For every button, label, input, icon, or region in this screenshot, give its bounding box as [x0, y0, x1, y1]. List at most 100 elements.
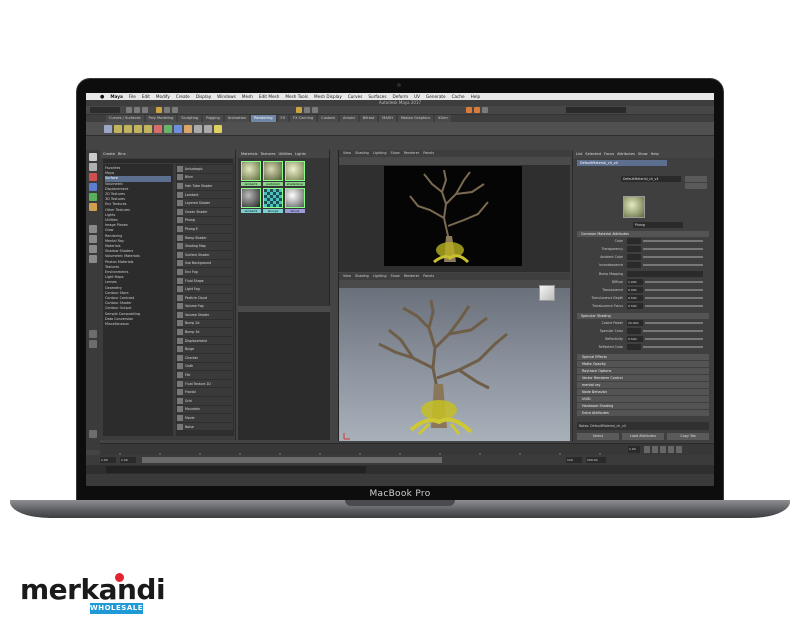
render-settings-icon[interactable] — [482, 107, 488, 113]
color-swatch[interactable] — [627, 238, 641, 244]
spot-light-icon[interactable] — [124, 125, 132, 133]
node-item[interactable]: Env Fog — [177, 268, 233, 276]
shelf-tab[interactable]: Animation — [224, 115, 250, 122]
incandescence-swatch[interactable] — [627, 262, 641, 268]
menu-item[interactable]: Edit Mesh — [259, 94, 279, 99]
time-slider[interactable]: 1.00 — [100, 443, 714, 459]
node-item[interactable]: Volume Shader — [177, 311, 233, 319]
range-end-field[interactable]: 120 — [566, 457, 582, 463]
play-back-icon[interactable] — [644, 446, 650, 453]
presets-button[interactable] — [685, 183, 707, 189]
bump-field[interactable] — [627, 271, 703, 277]
menu-item[interactable]: Focus — [604, 150, 614, 158]
menu-item[interactable]: Show — [638, 150, 648, 158]
menu-item[interactable]: Shading — [355, 150, 369, 157]
node-item[interactable]: Phong E — [177, 225, 233, 233]
step-back-icon[interactable] — [652, 446, 658, 453]
menu-item[interactable]: Edit — [142, 94, 150, 99]
translucence-slider[interactable] — [645, 289, 703, 291]
menu-item[interactable]: Show — [391, 273, 400, 280]
menu-item[interactable]: Shading — [355, 273, 369, 280]
search-input[interactable] — [566, 107, 626, 113]
node-item[interactable]: Particle Cloud — [177, 293, 233, 302]
node-item[interactable]: Surface Shader — [177, 250, 233, 259]
node-item[interactable]: Grid — [177, 397, 233, 405]
menu-item[interactable]: Selected — [585, 150, 601, 158]
load-attributes-button[interactable]: Load Attributes — [622, 433, 664, 440]
layout-custom-icon[interactable] — [89, 430, 97, 438]
reflected-color-swatch[interactable] — [627, 344, 641, 350]
tab-create[interactable]: Create — [103, 150, 115, 158]
shelf-tab[interactable]: Custom — [318, 115, 339, 122]
section-header[interactable]: Node Behavior — [577, 389, 709, 395]
section-header[interactable]: Special Effects — [577, 354, 709, 360]
translucence-focus-slider[interactable] — [645, 305, 703, 307]
open-scene-icon[interactable] — [134, 107, 140, 113]
section-header[interactable]: Hardware Shading — [577, 403, 709, 409]
play-forward-icon[interactable] — [676, 446, 682, 453]
hypershade-search-input[interactable] — [103, 159, 233, 163]
transparency-slider[interactable] — [643, 248, 703, 250]
menu-item[interactable]: Panels — [423, 150, 434, 157]
layout-persp-icon[interactable] — [89, 330, 97, 338]
type-dropdown[interactable]: Phong — [633, 222, 683, 228]
paint-select-icon[interactable] — [89, 173, 97, 181]
menu-item[interactable]: Modify — [156, 94, 170, 99]
scale-tool-icon[interactable] — [89, 203, 97, 211]
mode-dropdown[interactable] — [90, 107, 120, 113]
range-slider[interactable]: 1.00 1.00 120 200.00 — [86, 455, 714, 465]
hypershade-icon[interactable] — [194, 125, 202, 133]
node-item[interactable]: Ramp Shader — [177, 233, 233, 242]
point-light-icon[interactable] — [134, 125, 142, 133]
section-specular-shading[interactable]: Specular Shading — [577, 313, 709, 319]
reflectivity-slider[interactable] — [645, 338, 703, 340]
specular-color-slider[interactable] — [643, 330, 703, 332]
layout-outliner-icon[interactable] — [89, 255, 97, 263]
tab-bins[interactable]: Bins — [118, 150, 126, 158]
start-frame-field[interactable]: 1.00 — [100, 457, 116, 463]
diffuse-field[interactable]: 1.000 — [627, 279, 643, 285]
step-forward-icon[interactable] — [668, 446, 674, 453]
node-name-field[interactable]: DefaultMaterial_ch_v4 — [621, 176, 681, 182]
save-scene-icon[interactable] — [142, 107, 148, 113]
select-object-icon[interactable] — [164, 107, 170, 113]
node-item[interactable]: Layered Shader — [177, 199, 233, 207]
new-scene-icon[interactable] — [126, 107, 132, 113]
node-item[interactable]: Displacement — [177, 336, 233, 345]
menu-item[interactable]: Help — [471, 94, 481, 99]
node-item[interactable]: Cloth — [177, 362, 233, 371]
command-input[interactable] — [106, 466, 366, 473]
range-bar[interactable] — [142, 457, 442, 463]
phong-icon[interactable] — [174, 125, 182, 133]
play-icon[interactable] — [660, 446, 666, 453]
node-item[interactable]: Mountain — [177, 405, 233, 414]
cosine-power-field[interactable]: 20.000 — [627, 320, 643, 326]
shelf-tab[interactable]: MASH — [379, 115, 396, 122]
menu-item[interactable]: Renderer — [404, 273, 419, 280]
end-frame-field[interactable]: 200.00 — [586, 457, 606, 463]
node-item[interactable]: Use Background — [177, 259, 233, 268]
section-header[interactable]: Matte Opacity — [577, 361, 709, 367]
color-slider[interactable] — [643, 240, 703, 242]
copy-tab-button[interactable]: Copy Tab — [667, 433, 709, 440]
lambert-icon[interactable] — [184, 125, 192, 133]
shelf-tab[interactable]: Poly Modeling — [145, 115, 177, 122]
specular-color-swatch[interactable] — [627, 328, 641, 334]
menu-item[interactable]: Generate — [426, 94, 446, 99]
swatch-checker[interactable] — [263, 188, 283, 208]
tab-utilities[interactable]: Utilities — [279, 150, 293, 158]
node-item[interactable]: Bump 2d — [177, 319, 233, 328]
menu-item[interactable]: File — [129, 94, 136, 99]
node-item[interactable]: Anisotropic — [177, 165, 233, 173]
work-area[interactable] — [238, 312, 330, 440]
menu-item[interactable]: List — [576, 150, 582, 158]
translucence-depth-slider[interactable] — [645, 297, 703, 299]
menu-item[interactable]: Renderer — [404, 150, 419, 157]
select-tool-icon[interactable] — [89, 153, 97, 161]
layout-four-icon[interactable] — [89, 235, 97, 243]
move-tool-icon[interactable] — [89, 183, 97, 191]
section-header[interactable]: Extra Attributes — [577, 410, 709, 416]
rotate-tool-icon[interactable] — [89, 193, 97, 201]
node-item[interactable]: File — [177, 371, 233, 379]
ambient-swatch[interactable] — [627, 254, 641, 260]
